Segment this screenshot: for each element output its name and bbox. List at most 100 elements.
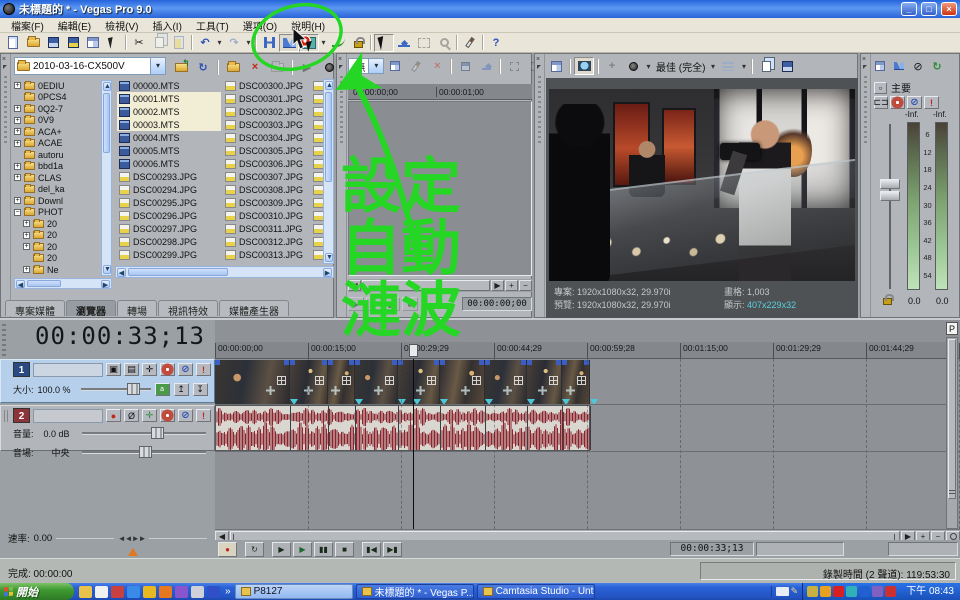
tree-item[interactable]: + 0V9 [14,115,100,127]
tree-vertical-scrollbar[interactable]: ▲ ▼ [101,80,112,276]
file-item[interactable]: 00000.MTS [117,79,221,92]
trimmer-select-in-button[interactable] [504,57,524,75]
scroll-left-icon[interactable]: ◀ [16,280,25,288]
event-fx-icon[interactable] [503,386,512,395]
file-item[interactable]: DSC00302.JPG [223,105,323,118]
dock-tab[interactable]: 視訊特效 [158,300,218,316]
pan-crop-icon[interactable] [472,376,481,385]
file-item[interactable]: DSC00310.JPG [223,209,323,222]
copy-button[interactable] [149,34,169,52]
file-item[interactable]: DSC003 [311,248,323,261]
trimmer-envelope-button[interactable] [476,57,496,75]
scroll-left-icon[interactable]: ◀ [348,280,361,291]
track2-gear-icon[interactable] [160,409,175,422]
tree-expand-icon[interactable]: + [14,128,21,135]
enable-snapping-button[interactable] [259,34,279,52]
file-item[interactable]: DSC00296.JPG [117,209,221,222]
file-item[interactable]: DSC003 [311,183,323,196]
copy-snapshot-button[interactable] [756,57,776,75]
redo-button[interactable]: ↷ [224,34,244,52]
file-item[interactable]: DSC00293.JPG [117,170,221,183]
trimmer-properties-button[interactable] [385,57,405,75]
zoom-in-icon[interactable]: + [916,531,930,541]
track1-arm-up-icon[interactable]: ↥ [174,383,189,396]
track1-solo-icon[interactable]: ! [196,363,211,376]
fader-mode-icon[interactable]: ⊏⊐ [874,96,888,109]
tree-item[interactable]: del_ka [14,184,100,196]
menu-item[interactable]: 選項(O) [236,18,284,33]
keyboard-icon[interactable] [776,587,789,596]
ink-pen-icon[interactable]: ✎ [791,586,799,597]
track1-name-field[interactable] [33,363,103,377]
tree-item[interactable]: 20 [14,253,100,265]
video-event[interactable] [328,360,355,404]
tree-horizontal-scrollbar[interactable]: ◀ ▶ [14,278,112,289]
save-snapshot-button[interactable] [777,57,797,75]
language-bar[interactable]: ✎ [771,586,803,597]
audio-track-header[interactable]: 2 ● Ø ✛ ⊘ ! 音量: 0.0 dB 音場: 中央 [0,405,215,451]
audio-track-events[interactable] [215,405,590,451]
trimmer-save-markers-button[interactable] [455,57,475,75]
redo-dropdown[interactable]: ▾ [244,34,253,52]
refresh-button[interactable]: ↻ [193,58,213,76]
file-item[interactable]: 00002.MTS [117,105,221,118]
scroll-down-icon[interactable]: ▼ [103,265,111,274]
zoom-tool-icon[interactable] [946,531,960,541]
menu-item[interactable]: 插入(I) [145,18,188,33]
event-fx-icon[interactable] [566,386,575,395]
pan-crop-icon[interactable] [342,376,351,385]
taskbar-task[interactable]: Camtasia Studio - Unti... [477,584,595,599]
stop-button[interactable]: ■ [335,542,354,557]
tree-item[interactable]: + 20 [14,241,100,253]
tray-icon[interactable] [846,586,857,597]
event-fx-icon[interactable] [331,386,340,395]
trimmer-media-area[interactable] [348,101,532,276]
scroll-right-icon[interactable]: ▶ [901,531,915,541]
trimmer-stop-button[interactable]: ■ [402,297,418,311]
quick-launch-overflow-icon[interactable]: » [225,586,231,597]
ruler-cursor-marker[interactable] [409,344,418,357]
track2-phase-icon[interactable]: Ø [124,409,139,422]
start-preview-button[interactable]: ▶ [297,58,317,76]
file-item[interactable]: 00006.MTS [117,157,221,170]
tree-item[interactable]: + 0EDIU [14,80,100,92]
menu-item[interactable]: 工具(T) [189,18,236,33]
trimmer-play-button[interactable]: ▶ [366,297,382,311]
preview-video-frame[interactable] [549,89,855,281]
quick-launch-icon[interactable] [95,586,108,598]
pause-button[interactable]: ▮▮ [314,542,333,557]
pan-crop-icon[interactable] [549,376,558,385]
tree-item[interactable]: + bbd1a [14,161,100,173]
tree-expand-icon[interactable]: + [14,140,21,147]
file-item[interactable]: 00003.MTS [117,118,221,131]
master-fx-icon[interactable] [890,96,905,109]
event-edge-handle[interactable] [485,360,490,365]
trimmer-pause-button[interactable]: ▮▮ [384,297,400,311]
tree-item[interactable]: + ACAE [14,138,100,150]
event-edge-handle[interactable] [392,360,397,365]
scroll-up-icon[interactable]: ▲ [325,81,333,90]
trimmer-fx-button[interactable] [406,57,426,75]
play-button[interactable]: ▶ [293,542,312,557]
file-item[interactable]: DSC00303.JPG [223,118,323,131]
file-item[interactable]: DSC00313.JPG [223,248,323,261]
scroll-up-icon[interactable]: ▲ [103,82,111,91]
whats-this-help-button[interactable]: ? [486,34,506,52]
file-item[interactable]: DSC00294.JPG [117,183,221,196]
quick-launch-icon[interactable] [127,586,140,598]
dock-tab[interactable]: 轉場 [117,300,157,316]
tray-icon[interactable] [820,586,831,597]
event-fx-icon[interactable] [266,386,275,395]
new-folder-button[interactable] [223,58,243,76]
scrollbar-grip[interactable] [949,490,955,495]
pan-crop-icon[interactable] [385,376,394,385]
mixer-properties-button[interactable] [872,57,888,75]
tree-item[interactable]: 0PCS4 [14,92,100,104]
file-item[interactable]: DSC00308.JPG [223,183,323,196]
selection-start-field[interactable] [756,542,844,556]
file-list-horizontal-scrollbar[interactable]: ◀ ▶ [115,266,334,278]
track2-record-arm-icon[interactable]: ● [106,409,121,422]
trimmer-dock-grip[interactable]: × [337,54,347,317]
lock-envelopes-button[interactable] [328,34,348,52]
save-button[interactable] [43,34,63,52]
